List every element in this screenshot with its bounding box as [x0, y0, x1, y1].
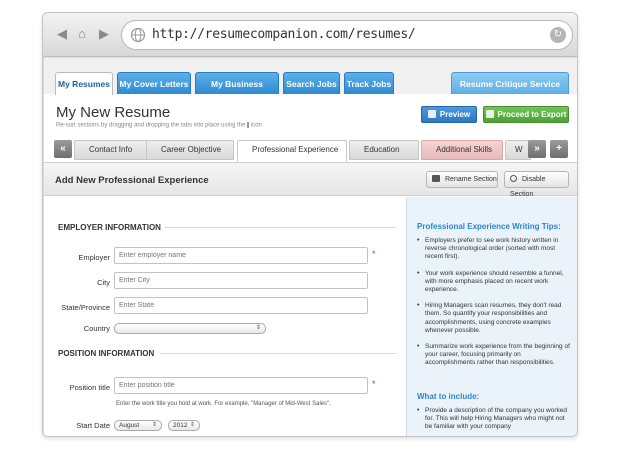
- back-arrow-icon[interactable]: ◀: [53, 25, 71, 43]
- section-tab-contact-info[interactable]: Contact Info: [74, 140, 154, 160]
- browser-window: ◀ ⌂ ▶ http://resumecompanion.com/resumes…: [42, 12, 578, 437]
- tips-title: Professional Experience Writing Tips:: [417, 222, 561, 231]
- preview-button[interactable]: Preview: [421, 106, 477, 123]
- divider: [160, 353, 396, 354]
- country-select[interactable]: ⇕: [114, 323, 266, 334]
- start-year-value: 2012: [173, 422, 188, 429]
- state-label: State/Province: [61, 303, 110, 312]
- include-title: What to include:: [417, 392, 480, 401]
- export-label: Proceed to Export: [497, 110, 567, 119]
- export-icon: [485, 110, 494, 118]
- forward-arrow-icon[interactable]: ▶: [95, 25, 113, 43]
- include-list: Provide a description of the company you…: [417, 407, 571, 436]
- rename-section-button[interactable]: Rename Section: [426, 171, 498, 188]
- document-icon: [427, 110, 436, 118]
- section-tab-additional-skills[interactable]: Additional Skills: [421, 140, 503, 160]
- employer-section-heading: EMPLOYER INFORMATION: [58, 223, 161, 232]
- divider: [164, 227, 396, 228]
- globe-icon: [130, 27, 146, 43]
- subtitle-text: Re-sort sections by dragging and droppin…: [56, 122, 246, 129]
- section-tab-professional-experience[interactable]: Professional Experience: [237, 140, 347, 162]
- home-icon[interactable]: ⌂: [73, 25, 91, 43]
- city-input[interactable]: [114, 272, 368, 289]
- start-year-select[interactable]: 2012 ⇕: [168, 420, 200, 431]
- browser-toolbar: ◀ ⌂ ▶ http://resumecompanion.com/resumes…: [43, 13, 577, 57]
- position-title-input[interactable]: [114, 377, 368, 394]
- list-item: Employers prefer to see work history wri…: [417, 237, 571, 262]
- city-label: City: [97, 278, 110, 287]
- preview-label: Preview: [439, 110, 471, 119]
- subtitle-end: icon: [250, 122, 262, 129]
- select-chevron-icon: ⇕: [151, 422, 157, 428]
- select-chevron-icon: ⇕: [189, 422, 195, 428]
- required-marker: *: [372, 249, 376, 259]
- section-tab-bar: « Contact Info Career Objective Professi…: [44, 140, 577, 162]
- country-label: Country: [83, 324, 110, 333]
- prev-section-button[interactable]: «: [54, 140, 72, 158]
- rename-icon: [432, 175, 440, 182]
- address-bar[interactable]: http://resumecompanion.com/resumes/ ↻: [121, 20, 573, 50]
- list-item: Summarize work experience from the begin…: [417, 343, 571, 368]
- position-section-heading: POSITION INFORMATION: [58, 349, 155, 358]
- tab-search-jobs[interactable]: Search Jobs: [283, 72, 340, 94]
- rename-label: Rename Section: [445, 176, 497, 183]
- required-marker: *: [372, 379, 376, 389]
- section-title: Add New Professional Experience: [55, 175, 209, 186]
- position-hint: Enter the work title you hold at work. F…: [116, 401, 331, 407]
- tab-resume-critique-service[interactable]: Resume Critique Service: [451, 72, 569, 94]
- section-tab-education[interactable]: Education: [349, 140, 419, 160]
- state-input[interactable]: [114, 297, 368, 314]
- proceed-to-export-button[interactable]: Proceed to Export: [483, 106, 569, 123]
- page-subtitle: Re-sort sections by dragging and droppin…: [56, 122, 262, 129]
- add-section-button[interactable]: +: [550, 140, 568, 158]
- list-item: Hiring Managers scan resumes, they don't…: [417, 302, 571, 335]
- tips-panel: Professional Experience Writing Tips: Em…: [406, 197, 577, 436]
- disable-icon: [510, 175, 517, 182]
- start-month-value: August: [119, 422, 140, 429]
- tips-list: Employers prefer to see work history wri…: [417, 237, 571, 376]
- main-tab-bar: My Resumes My Cover Letters My Business …: [44, 58, 577, 111]
- tab-my-resumes[interactable]: My Resumes: [55, 72, 113, 95]
- section-tab-career-objective[interactable]: Career Objective: [146, 140, 234, 160]
- url-text: http://resumecompanion.com/resumes/: [152, 27, 416, 42]
- web-page: My Resumes My Cover Letters My Business …: [44, 58, 577, 436]
- list-item: Your work experience should resemble a f…: [417, 270, 571, 295]
- employer-label: Employer: [78, 253, 110, 262]
- list-item: Provide a description of the company you…: [417, 407, 571, 432]
- tab-track-jobs[interactable]: Track Jobs: [344, 72, 394, 94]
- start-month-select[interactable]: August ⇕: [114, 420, 162, 431]
- page-title: My New Resume: [56, 104, 171, 121]
- employer-input[interactable]: [114, 247, 368, 264]
- select-chevron-icon: ⇕: [255, 325, 261, 331]
- start-date-label: Start Date: [76, 421, 110, 430]
- next-section-button[interactable]: »: [528, 140, 546, 158]
- position-title-label: Position title: [69, 383, 110, 392]
- section-header: Add New Professional Experience Rename S…: [44, 162, 577, 198]
- experience-form: EMPLOYER INFORMATION Employer * City Sta…: [44, 197, 406, 436]
- disable-section-button[interactable]: Disable Section: [504, 171, 569, 198]
- tab-my-business-letters[interactable]: My Business Letters: [195, 72, 279, 111]
- tab-my-cover-letters[interactable]: My Cover Letters: [117, 72, 191, 94]
- drag-handle-icon: [247, 122, 250, 128]
- reload-icon[interactable]: ↻: [550, 27, 566, 43]
